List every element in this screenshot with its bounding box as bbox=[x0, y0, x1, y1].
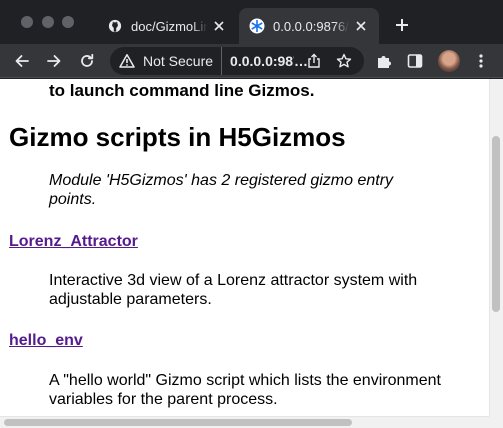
page-viewport: to launch command line Gizmos. Gizmo scr… bbox=[0, 79, 489, 416]
tab-local-server[interactable]: 0.0.0.0:9876/ bbox=[239, 8, 379, 44]
puzzle-icon bbox=[378, 56, 391, 68]
plus-icon bbox=[396, 19, 408, 31]
lorenz-attractor-description: Interactive 3d view of a Lorenz attracto… bbox=[49, 272, 418, 308]
vertical-scrollbar-thumb[interactable] bbox=[492, 136, 500, 312]
tab-strip: doc/GizmoLink 0.0.0.0:9876/ bbox=[0, 0, 503, 44]
zoom-window-button[interactable] bbox=[62, 16, 74, 28]
github-icon bbox=[107, 18, 123, 34]
bookmark-star-icon[interactable] bbox=[334, 51, 354, 71]
url-text: 0.0.0.0:9876 bbox=[230, 53, 294, 69]
forward-button[interactable] bbox=[43, 50, 65, 72]
kebab-menu-icon bbox=[479, 54, 483, 68]
browser-menu-button[interactable] bbox=[470, 50, 492, 72]
previous-section-text: to launch command line Gizmos. bbox=[49, 81, 315, 100]
side-panel-icon bbox=[407, 54, 423, 68]
browser-toolbar: Not Secure 0.0.0.0:9876 … bbox=[0, 44, 503, 78]
tab-gizmolink[interactable]: doc/GizmoLink bbox=[97, 8, 237, 44]
profile-avatar[interactable] bbox=[438, 50, 460, 72]
site-security-chip[interactable]: Not Secure bbox=[119, 47, 223, 75]
gizmo-star-icon bbox=[249, 18, 265, 34]
close-icon[interactable] bbox=[353, 18, 369, 34]
address-bar[interactable]: Not Secure 0.0.0.0:9876 … bbox=[110, 47, 364, 75]
link-lorenz-attractor[interactable]: Lorenz_Attractor bbox=[9, 232, 138, 251]
link-hello-env[interactable]: hello_env bbox=[9, 331, 83, 350]
horizontal-scrollbar-thumb[interactable] bbox=[4, 419, 352, 426]
page-heading: Gizmo scripts in H5Gizmos bbox=[9, 122, 346, 152]
hello-env-description: A "hello world" Gizmo script which lists… bbox=[49, 372, 441, 408]
warning-triangle-icon bbox=[119, 54, 135, 68]
close-window-button[interactable] bbox=[21, 16, 33, 28]
tab-title: 0.0.0.0:9876/ bbox=[273, 18, 349, 34]
reload-button[interactable] bbox=[76, 50, 98, 72]
close-icon[interactable] bbox=[211, 18, 227, 34]
entry-points-note: Module 'H5Gizmos' has 2 registered gizmo… bbox=[49, 172, 394, 208]
arrow-right-icon bbox=[47, 55, 61, 67]
extensions-button[interactable] bbox=[373, 50, 395, 72]
minimize-window-button[interactable] bbox=[42, 16, 54, 28]
back-button[interactable] bbox=[11, 50, 33, 72]
share-icon[interactable] bbox=[304, 51, 324, 71]
tab-title: doc/GizmoLink bbox=[131, 18, 207, 34]
new-tab-button[interactable] bbox=[391, 14, 413, 36]
reload-icon bbox=[81, 53, 94, 67]
security-label: Not Secure bbox=[143, 53, 214, 69]
side-panel-button[interactable] bbox=[404, 50, 426, 72]
scrollbar-corner bbox=[489, 416, 503, 428]
arrow-left-icon bbox=[15, 55, 29, 67]
